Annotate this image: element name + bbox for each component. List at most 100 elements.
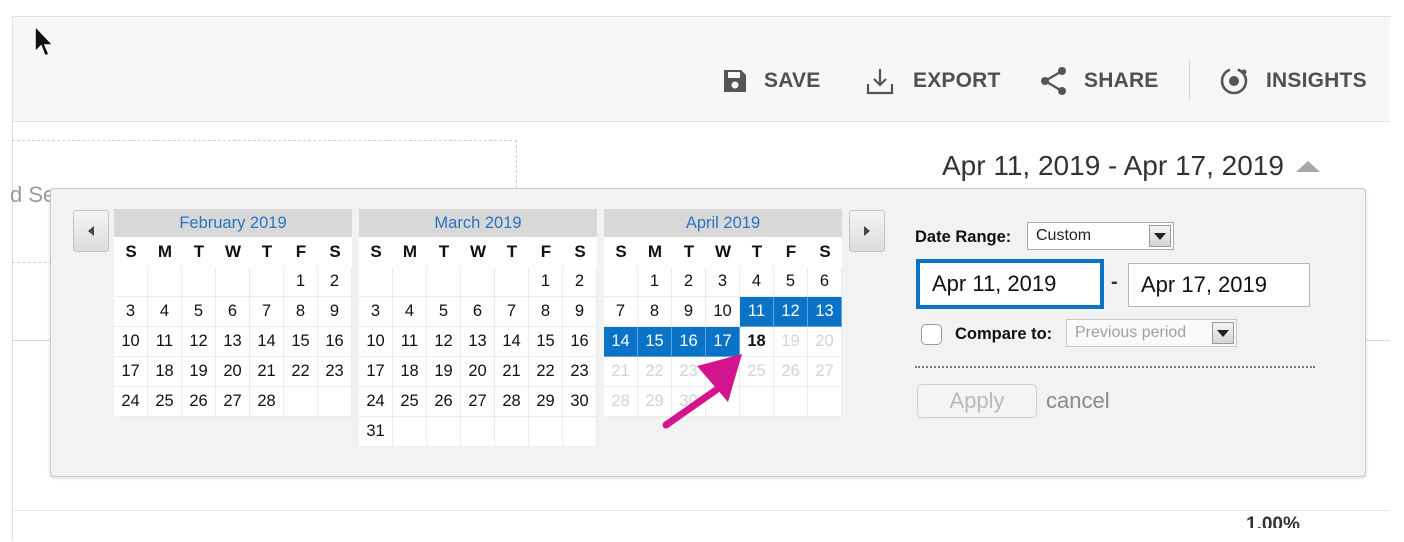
calendar-day[interactable]: 13 [461,327,495,357]
calendar-day[interactable]: 30 [563,387,597,417]
calendar-day[interactable]: 11 [393,327,427,357]
end-date-input[interactable]: Apr 17, 2019 [1128,263,1310,307]
apply-button[interactable]: Apply [917,384,1037,418]
calendar-day[interactable]: 15 [284,327,318,357]
calendar-day: 30 [672,387,706,417]
calendar-day[interactable]: 6 [216,297,250,327]
cancel-link[interactable]: cancel [1046,388,1110,414]
calendar-day[interactable]: 4 [740,267,774,297]
calendar-day[interactable]: 3 [359,297,393,327]
calendar-day[interactable]: 14 [495,327,529,357]
calendar-day[interactable]: 27 [461,387,495,417]
save-label: SAVE [764,69,821,92]
calendar-day[interactable]: 1 [529,267,563,297]
calendar-day[interactable]: 13 [808,297,842,327]
calendar-day[interactable]: 14 [250,327,284,357]
calendar-day[interactable]: 21 [495,357,529,387]
calendar-day[interactable]: 19 [182,357,216,387]
calendar-day[interactable]: 25 [393,387,427,417]
calendar-day[interactable]: 4 [393,297,427,327]
start-date-input[interactable]: Apr 11, 2019 [916,259,1104,309]
calendar-day[interactable]: 3 [114,297,148,327]
calendar-day[interactable]: 26 [427,387,461,417]
calendar-day[interactable]: 8 [284,297,318,327]
calendar-day[interactable]: 20 [216,357,250,387]
calendar-day[interactable]: 23 [318,357,352,387]
calendar-day[interactable]: 8 [529,297,563,327]
save-button[interactable]: SAVE [722,62,820,100]
weekday-label: S [563,237,597,267]
calendar-day[interactable]: 18 [740,327,774,357]
calendar-day[interactable]: 29 [529,387,563,417]
calendar-day[interactable]: 10 [706,297,740,327]
calendar-day[interactable]: 9 [318,297,352,327]
calendar-day[interactable]: 17 [114,357,148,387]
weekday-label: T [427,237,461,267]
calendar-day[interactable]: 4 [148,297,182,327]
calendar-day[interactable]: 24 [114,387,148,417]
calendar-day[interactable]: 9 [563,297,597,327]
compare-period-select[interactable]: Previous period [1066,319,1237,347]
calendar-day[interactable]: 10 [114,327,148,357]
calendar-day[interactable]: 6 [808,267,842,297]
calendar-day[interactable]: 26 [182,387,216,417]
calendar-day[interactable]: 23 [563,357,597,387]
insights-button[interactable]: INSIGHTS [1218,62,1367,100]
calendar-day[interactable]: 8 [638,297,672,327]
calendar-day[interactable]: 31 [359,417,393,447]
calendar-day[interactable]: 28 [250,387,284,417]
share-button[interactable]: SHARE [1040,62,1159,100]
calendar-day[interactable]: 5 [427,297,461,327]
calendar-day[interactable]: 17 [706,327,740,357]
weekday-label: S [359,237,393,267]
calendar-day[interactable]: 14 [604,327,638,357]
calendar-day[interactable]: 20 [461,357,495,387]
calendar-day[interactable]: 19 [427,357,461,387]
share-icon [1041,67,1066,95]
calendar-day[interactable]: 12 [427,327,461,357]
calendar-day[interactable]: 17 [359,357,393,387]
compare-period-value: Previous period [1075,324,1187,341]
next-month-button[interactable] [849,210,885,252]
export-button[interactable]: EXPORT [865,62,1001,100]
calendar-day[interactable]: 7 [604,297,638,327]
calendar-day[interactable]: 12 [182,327,216,357]
calendar-day[interactable]: 18 [393,357,427,387]
calendar-day[interactable]: 24 [359,387,393,417]
calendar-day[interactable]: 18 [148,357,182,387]
calendar-day[interactable]: 21 [250,357,284,387]
calendar-day[interactable]: 2 [318,267,352,297]
calendar-day[interactable]: 11 [148,327,182,357]
calendar-day[interactable]: 16 [318,327,352,357]
prev-month-button[interactable] [73,210,109,252]
date-range-toggle[interactable]: Apr 11, 2019 - Apr 17, 2019 [942,150,1320,182]
calendar-day[interactable]: 7 [250,297,284,327]
compare-checkbox[interactable] [921,324,942,345]
calendar-day[interactable]: 11 [740,297,774,327]
date-range-select[interactable]: Custom [1027,222,1174,250]
calendar-day[interactable]: 10 [359,327,393,357]
calendar-day[interactable]: 7 [495,297,529,327]
calendar-day[interactable]: 5 [182,297,216,327]
calendar-day[interactable]: 3 [706,267,740,297]
calendar-day[interactable]: 2 [563,267,597,297]
calendar-day[interactable]: 22 [529,357,563,387]
calendar-day[interactable]: 13 [216,327,250,357]
calendar-day[interactable]: 1 [638,267,672,297]
calendar-day[interactable]: 16 [563,327,597,357]
date-picker-panel: February 2019 S M T W T F S 1 2 3 4 5 6 7 8 9 10 11 12 13 14 1… [50,188,1366,477]
calendar-day[interactable]: 6 [461,297,495,327]
calendar-day[interactable]: 28 [495,387,529,417]
calendar-day[interactable]: 2 [672,267,706,297]
calendar-day[interactable]: 1 [284,267,318,297]
calendar-day[interactable]: 15 [529,327,563,357]
calendar-day[interactable]: 27 [216,387,250,417]
calendar-day[interactable]: 5 [774,267,808,297]
caret-up-icon [1295,160,1320,172]
calendar-day[interactable]: 16 [672,327,706,357]
calendar-day[interactable]: 9 [672,297,706,327]
calendar-day[interactable]: 15 [638,327,672,357]
calendar-day[interactable]: 12 [774,297,808,327]
calendar-day[interactable]: 22 [284,357,318,387]
calendar-day[interactable]: 25 [148,387,182,417]
